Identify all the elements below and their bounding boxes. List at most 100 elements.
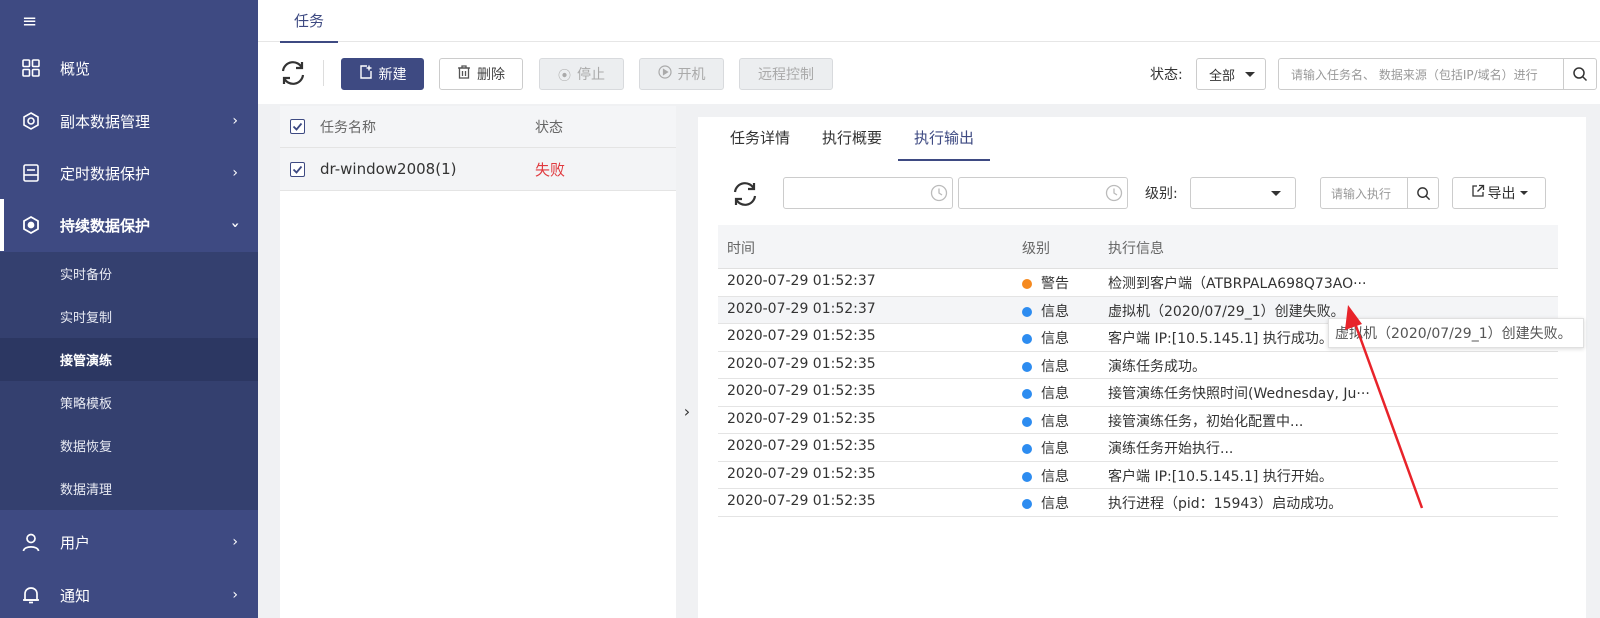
row-checkbox[interactable] [290,161,305,177]
remote-control-button[interactable]: 远程控制 [739,58,833,90]
task-table-header: 任务名称 状态 [280,106,676,148]
tab-exec-summary[interactable]: 执行概要 [806,117,898,161]
delete-button[interactable]: 删除 [439,58,523,90]
search-icon[interactable] [1563,58,1597,90]
tab-exec-output[interactable]: 执行输出 [898,117,991,161]
exec-search-input[interactable]: 请输入执行 [1320,177,1408,209]
table-row[interactable]: 2020-07-29 01:52:35 信息 执行进程（pid：15943）启动成功… [718,489,1558,517]
start-time-input[interactable] [783,177,953,209]
sidebar-item-scheduled-protect[interactable]: 定时数据保护 › [0,147,258,199]
new-icon [359,65,373,83]
end-time-input[interactable] [958,177,1128,209]
task-search-input[interactable]: 请输入任务名、 数据来源（包括IP/域名）进行 [1278,58,1564,90]
tab-task-detail[interactable]: 任务详情 [714,117,806,161]
sidebar-item-label: 通知 [60,586,91,605]
sidebar-item-users[interactable]: 用户 › [0,516,258,568]
tooltip: 虚拟机（2020/07/29_1）创建失败。 [1328,318,1584,348]
status-badge: 失败 [535,160,566,179]
log-message[interactable]: 演练任务成功。 [1108,356,1206,376]
export-icon [1471,184,1485,202]
log-level: 信息 [1041,413,1069,430]
select-all-checkbox[interactable] [290,119,305,134]
table-row[interactable]: dr-window2008(1) 失败 [280,148,676,191]
menu-toggle[interactable]: ≡ [0,0,258,42]
log-table: 时间 级别 执行信息 2020-07-29 01:52:37 警告 检测到客户端（A… [718,225,1558,517]
detail-tabs: 任务详情 执行概要 执行输出 [714,117,991,161]
chevron-right-icon[interactable]: › [676,400,698,422]
caret-down-icon [1245,72,1255,77]
refresh-icon[interactable] [730,179,760,209]
column-header-message: 执行信息 [1108,241,1164,257]
sidebar-submenu: 实时备份 实时复制 接管演练 策略模板 数据恢复 数据清理 [0,252,258,510]
log-message[interactable]: 客户端 IP:[10.5.145.1] 执行开始。 [1108,466,1333,486]
sidebar-subitem-data-cleanup[interactable]: 数据清理 [0,467,258,510]
log-message[interactable]: 执行进程（pid：15943）启动成功。 [1108,493,1342,513]
table-row[interactable]: 2020-07-29 01:52:35 信息 客户端 IP:[10.5.145.1]… [718,462,1558,489]
log-level: 信息 [1041,303,1069,320]
bell-icon [20,584,42,606]
column-header-time: 时间 [727,241,755,257]
tab-task[interactable]: 任务 [280,10,339,43]
log-message[interactable]: 演练任务开始执行... [1108,438,1233,458]
log-level: 警告 [1041,276,1069,292]
copy-data-icon [20,110,42,132]
start-button[interactable]: 开机 [639,58,724,90]
sidebar-item-copy-data[interactable]: 副本数据管理 › [0,95,258,147]
table-row[interactable]: 2020-07-29 01:52:37 警告 检测到客户端（ATBRPALA698Q… [718,269,1558,297]
sidebar-subitem-realtime-backup[interactable]: 实时备份 [0,252,258,295]
toolbar: 新建 删除 ⦿ 停止 开机 远程控制 状态: 全部 请输入任务名、 数据来源（包… [258,42,1600,104]
hamburger-icon[interactable]: ≡ [22,11,37,32]
log-message[interactable]: 虚拟机（2020/07/29_1）创建失败。 [1108,301,1345,321]
log-message[interactable]: 客户端 IP:[10.5.145.1] 执行成功。 [1108,328,1333,348]
search-icon[interactable] [1407,177,1439,209]
sidebar-item-label: 持续数据保护 [60,216,151,235]
log-message[interactable]: 接管演练任务快照时间(Wednesday, Ju··· [1108,383,1370,403]
stop-button[interactable]: ⦿ 停止 [539,58,624,90]
scheduled-protect-icon [20,162,42,184]
sidebar-item-notify[interactable]: 通知 › [0,569,258,618]
detail-panel: 任务详情 执行概要 执行输出 级别: 请输入执行 导出 时间 级别 执行信息 2… [698,117,1586,618]
log-message[interactable]: 检测到客户端（ATBRPALA698Q73AO··· [1108,273,1366,293]
caret-down-icon [1519,191,1528,195]
log-time: 2020-07-29 01:52:35 [727,383,876,399]
new-button[interactable]: 新建 [341,58,424,90]
refresh-icon[interactable] [278,58,308,88]
chevron-right-icon: › [232,113,238,129]
sidebar-item-overview[interactable]: 概览 [0,42,258,94]
table-row[interactable]: 2020-07-29 01:52:35 信息 演练任务成功。 [718,352,1558,379]
log-level: 信息 [1041,496,1069,512]
log-message[interactable]: 接管演练任务，初始化配置中... [1108,411,1303,431]
log-time: 2020-07-29 01:52:37 [727,273,876,289]
chevron-down-icon: › [227,222,244,228]
sidebar-subitem-realtime-replication[interactable]: 实时复制 [0,295,258,338]
task-name[interactable]: dr-window2008(1) [320,160,456,178]
column-header-level: 级别 [1022,241,1050,257]
log-level: 信息 [1041,441,1069,457]
table-row[interactable]: 2020-07-29 01:52:35 信息 接管演练任务快照时间(Wednesda… [718,379,1558,407]
sidebar-subitem-takeover-drill[interactable]: 接管演练 [0,338,258,381]
log-time: 2020-07-29 01:52:35 [727,328,876,344]
sidebar: ≡ 概览 副本数据管理 › 定时数据保护 › 持续数据保护 › 实时备份 实时复… [0,0,258,618]
top-tab-bar: 任务 [258,0,1600,43]
level-dot-icon [1022,416,1032,427]
status-filter-label: 状态: [1150,67,1183,83]
sidebar-subitem-data-recovery[interactable]: 数据恢复 [0,424,258,467]
log-time: 2020-07-29 01:52:35 [727,438,876,454]
log-rows: 2020-07-29 01:52:37 警告 检测到客户端（ATBRPALA698Q… [718,269,1558,517]
table-row[interactable]: 2020-07-29 01:52:35 信息 演练任务开始执行... [718,434,1558,462]
export-button[interactable]: 导出 [1452,177,1546,209]
table-row[interactable]: 2020-07-29 01:52:35 信息 接管演练任务，初始化配置中... [718,407,1558,434]
chevron-right-icon: › [232,534,238,550]
log-time: 2020-07-29 01:52:35 [727,355,876,372]
status-select[interactable]: 全部 [1196,58,1266,90]
log-level: 信息 [1041,468,1069,485]
sidebar-item-continuous-protect[interactable]: 持续数据保护 › [0,199,258,251]
sidebar-item-label: 副本数据管理 [60,112,151,131]
sidebar-subitem-policy-template[interactable]: 策略模板 [0,381,258,424]
sidebar-item-label: 概览 [60,59,91,78]
log-time: 2020-07-29 01:52:35 [727,493,876,509]
sidebar-item-label: 用户 [60,533,91,552]
column-header-status[interactable]: 状态 [535,117,563,137]
column-header-name[interactable]: 任务名称 [320,117,376,137]
level-select[interactable] [1190,177,1296,209]
